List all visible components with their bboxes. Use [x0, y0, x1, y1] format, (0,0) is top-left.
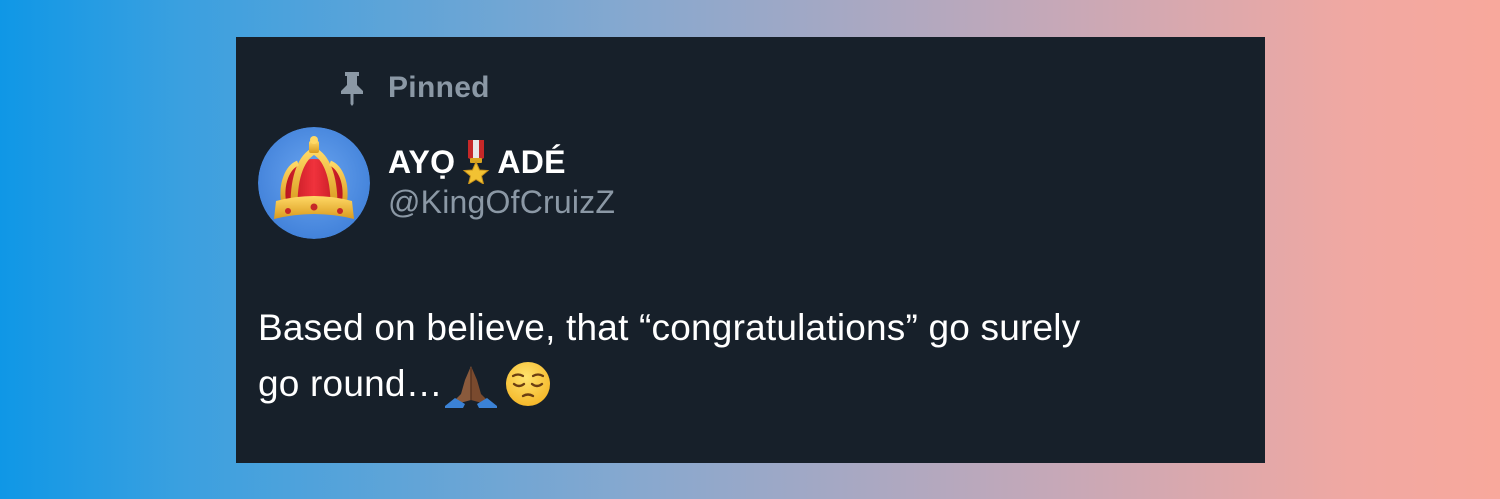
author-name-part1: AYỌ	[388, 143, 456, 180]
tweet-line-2-row: go round…	[258, 356, 1248, 412]
pinned-label: Pinned	[388, 71, 490, 104]
crown-avatar	[258, 127, 370, 239]
author-name[interactable]: AYỌ ADÉ	[388, 140, 566, 184]
tweet-line-1: Based on believe, that “congratulations”…	[258, 307, 1081, 348]
avatar[interactable]	[258, 127, 370, 239]
author-name-part2: ADÉ	[497, 143, 566, 180]
pin-icon	[341, 72, 363, 106]
pinned-indicator: Pinned	[338, 68, 490, 108]
pensive-face-icon	[505, 362, 550, 406]
author-handle[interactable]: @KingOfCruizZ	[388, 184, 615, 221]
military-medal-icon	[463, 140, 490, 184]
tweet-text: Based on believe, that “congratulations”…	[258, 300, 1248, 412]
folded-hands-icon	[444, 366, 497, 408]
tweet-line-2: go round…	[258, 363, 443, 404]
